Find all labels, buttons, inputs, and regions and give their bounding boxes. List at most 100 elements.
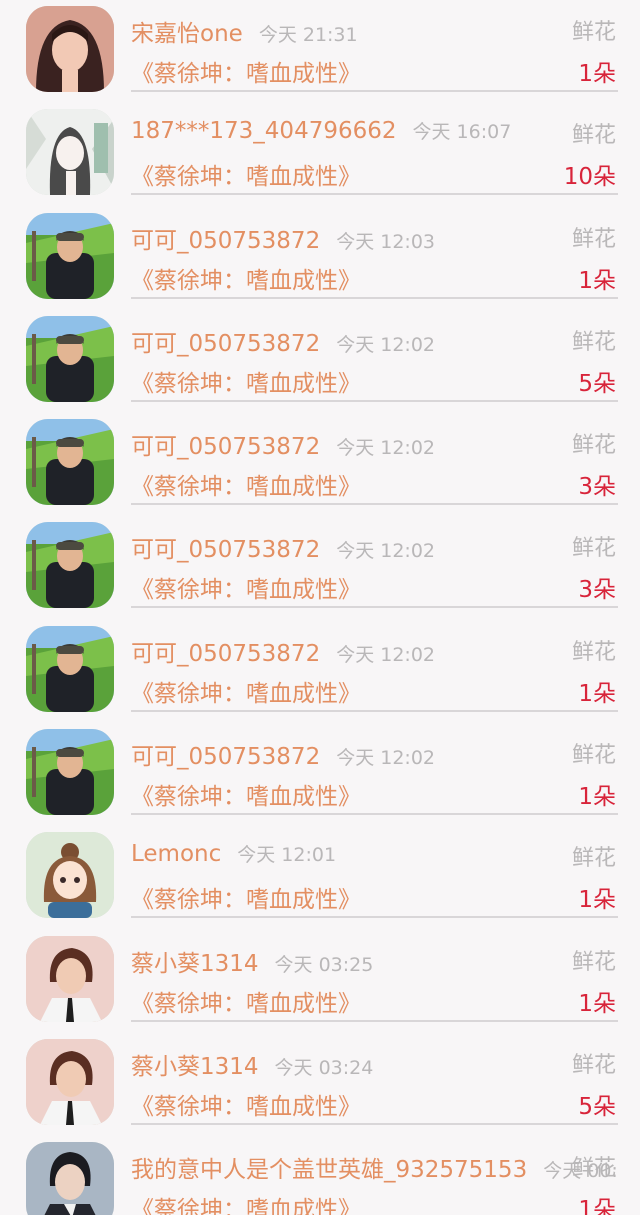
gift-time: 今天 12:01 — [237, 844, 337, 867]
sender-name-text[interactable]: 我的意中人是个盖世英雄_932575153 — [131, 1157, 527, 1183]
gift-time: 今天 03:25 — [274, 953, 374, 976]
gift-record-row[interactable]: 我的意中人是个盖世英雄_932575153 今天 00: 鲜花《蔡徐坤：嗜血成性》 1… — [0, 1136, 640, 1215]
avatar-boy-outdoor[interactable] — [26, 419, 114, 506]
gift-record-content: 宋嘉怡one 今天 21:31 鲜花《蔡徐坤：嗜血成性》 1朵 — [131, 0, 618, 92]
work-title[interactable]: 《蔡徐坤：嗜血成性》 — [131, 54, 361, 88]
gift-record-content: 我的意中人是个盖世英雄_932575153 今天 00: 鲜花《蔡徐坤：嗜血成性》 1… — [131, 1136, 618, 1215]
sender-name[interactable]: 可可_050753872 今天 12:02 — [131, 427, 435, 461]
gift-quantity: 1朵 — [578, 680, 616, 707]
gift-time: 今天 12:02 — [336, 747, 435, 770]
gift-record-content: 蔡小葵1314 今天 03:24 鲜花《蔡徐坤：嗜血成性》 5朵 — [131, 1033, 618, 1125]
sender-name[interactable]: 187***173_404796662 今天 16:07 — [131, 117, 511, 144]
gift-quantity: 1朵 — [578, 784, 616, 811]
gift-quantity: 1朵 — [578, 61, 616, 87]
sender-name-text[interactable]: 可可_050753872 — [131, 744, 320, 770]
sender-name[interactable]: 宋嘉怡one 今天 21:31 — [131, 14, 358, 48]
sender-name-text[interactable]: 可可_050753872 — [131, 641, 320, 667]
gift-quantity: 5朵 — [578, 370, 616, 397]
gift-type: 鲜花 — [571, 949, 616, 975]
work-title[interactable]: 《蔡徐坤：嗜血成性》 — [131, 364, 361, 398]
gift-quantity: 1朵 — [578, 267, 616, 294]
avatar-boy-outdoor[interactable] — [26, 315, 114, 402]
work-title[interactable]: 《蔡徐坤：嗜血成性》 — [131, 1190, 361, 1215]
gift-record-row[interactable]: 宋嘉怡one 今天 21:31 鲜花《蔡徐坤：嗜血成性》 1朵 — [0, 0, 640, 103]
sender-name[interactable]: 可可_050753872 今天 12:02 — [131, 530, 435, 564]
sender-name-text[interactable]: 可可_050753872 — [131, 537, 320, 563]
sender-name-text[interactable]: 蔡小葵1314 — [131, 1054, 259, 1080]
sender-name-text[interactable]: 可可_050753872 — [131, 434, 320, 460]
gift-record-content: 可可_050753872 今天 12:02 鲜花 《蔡徐坤：嗜血成性》 3朵 — [131, 516, 618, 609]
gift-record-row[interactable]: 可可_050753872 今天 12:02 鲜花 《蔡徐坤：嗜血成性》 3朵 — [0, 516, 640, 619]
gift-quantity: 1朵 — [578, 887, 616, 914]
gift-record-content: 可可_050753872 今天 12:02 鲜花 《蔡徐坤：嗜血成性》 5朵 — [131, 310, 618, 402]
gift-record-content: Lemonc 今天 12:01 鲜花《蔡徐坤：嗜血成性》 1朵 — [131, 826, 618, 919]
gift-record-content: 蔡小葵1314 今天 03:25 鲜花《蔡徐坤：嗜血成性》 1朵 — [131, 930, 618, 1022]
work-title[interactable]: 《蔡徐坤：嗜血成性》 — [131, 261, 361, 295]
work-title[interactable]: 《蔡徐坤：嗜血成性》 — [131, 157, 361, 191]
avatar-anime-sketch[interactable] — [26, 109, 114, 196]
gift-quantity: 3朵 — [578, 474, 616, 501]
avatar-boy-outdoor[interactable] — [26, 625, 114, 712]
sender-name-text[interactable]: 蔡小葵1314 — [131, 951, 259, 977]
gift-quantity: 1朵 — [578, 1197, 616, 1215]
gift-record-row[interactable]: 蔡小葵1314 今天 03:24 鲜花《蔡徐坤：嗜血成性》 5朵 — [0, 1033, 640, 1136]
gift-type: 鲜花 — [571, 1052, 616, 1078]
gift-type: 鲜花 — [571, 639, 616, 665]
gift-quantity: 3朵 — [578, 577, 616, 604]
sender-name[interactable]: 可可_050753872 今天 12:02 — [131, 737, 435, 771]
gift-record-row[interactable]: 可可_050753872 今天 12:02 鲜花《蔡徐坤：嗜血成性》 1朵 — [0, 723, 640, 826]
sender-name[interactable]: Lemonc 今天 12:01 — [131, 840, 336, 867]
gift-record-row[interactable]: 187***173_404796662 今天 16:07 鲜花 《蔡徐坤：嗜血成性》 1… — [0, 103, 640, 206]
sender-name-text[interactable]: 可可_050753872 — [131, 228, 320, 254]
sender-name[interactable]: 可可_050753872 今天 12:03 — [131, 221, 435, 255]
gift-record-content: 可可_050753872 今天 12:02 鲜花《蔡徐坤：嗜血成性》 1朵 — [131, 620, 618, 712]
gift-record-row[interactable]: Lemonc 今天 12:01 鲜花《蔡徐坤：嗜血成性》 1朵 — [0, 826, 640, 929]
sender-name-text[interactable]: 宋嘉怡one — [131, 21, 243, 47]
gift-record-content: 可可_050753872 今天 12:03 鲜花《蔡徐坤：嗜血成性》 1朵 — [131, 207, 618, 299]
gift-record-row[interactable]: 蔡小葵1314 今天 03:25 鲜花《蔡徐坤：嗜血成性》 1朵 — [0, 930, 640, 1033]
gift-time: 今天 12:03 — [336, 230, 435, 253]
sender-name-text[interactable]: 187***173_404796662 — [131, 118, 397, 144]
gift-time: 今天 21:31 — [258, 24, 358, 46]
sender-name-text[interactable]: 可可_050753872 — [131, 331, 320, 357]
gift-record-list: 宋嘉怡one 今天 21:31 鲜花 《蔡徐坤：嗜血成性》 1朵 187***173_40… — [0, 0, 640, 1215]
sender-name[interactable]: 蔡小葵1314 今天 03:24 — [131, 1047, 373, 1081]
gift-quantity: 5朵 — [578, 1093, 616, 1120]
avatar-idol-photo[interactable] — [26, 1038, 114, 1125]
work-title[interactable]: 《蔡徐坤：嗜血成性》 — [131, 570, 361, 604]
sender-name[interactable]: 我的意中人是个盖世英雄_932575153 今天 00: — [131, 1150, 618, 1184]
gift-type: 鲜花 — [571, 846, 616, 872]
gift-type: 鲜花 — [571, 1156, 616, 1182]
avatar-idol-photo[interactable] — [26, 935, 114, 1022]
gift-record-content: 187***173_404796662 今天 16:07 鲜花 《蔡徐坤：嗜血成性》 1… — [131, 103, 618, 196]
avatar-boy-outdoor[interactable] — [26, 729, 114, 816]
gift-time: 今天 03:24 — [274, 1056, 374, 1079]
work-title[interactable]: 《蔡徐坤：嗜血成性》 — [131, 674, 361, 708]
gift-record-row[interactable]: 可可_050753872 今天 12:02 鲜花《蔡徐坤：嗜血成性》 3朵 — [0, 413, 640, 516]
avatar-anime-girl[interactable] — [26, 832, 114, 919]
work-title[interactable]: 《蔡徐坤：嗜血成性》 — [131, 1087, 361, 1121]
sender-name[interactable]: 可可_050753872 今天 12:02 — [131, 324, 435, 358]
gift-type: 鲜花 — [571, 433, 616, 459]
gift-time: 今天 12:02 — [336, 643, 435, 666]
work-title[interactable]: 《蔡徐坤：嗜血成性》 — [131, 880, 361, 914]
gift-record-row[interactable]: 可可_050753872 今天 12:02 鲜花《蔡徐坤：嗜血成性》 1朵 — [0, 620, 640, 723]
gift-record-row[interactable]: 可可_050753872 今天 12:02 鲜花 《蔡徐坤：嗜血成性》 5朵 — [0, 310, 640, 413]
gift-type: 鲜花 — [571, 20, 616, 45]
gift-quantity: 1朵 — [578, 990, 616, 1017]
avatar-idol-portrait[interactable] — [26, 1142, 114, 1215]
gift-record-row[interactable]: 可可_050753872 今天 12:03 鲜花《蔡徐坤：嗜血成性》 1朵 — [0, 207, 640, 310]
gift-time: 今天 12:02 — [336, 437, 435, 460]
gift-type: 鲜花 — [571, 743, 616, 769]
gift-record-content: 可可_050753872 今天 12:02 鲜花《蔡徐坤：嗜血成性》 1朵 — [131, 723, 618, 816]
sender-name-text[interactable]: Lemonc — [131, 841, 221, 867]
sender-name[interactable]: 可可_050753872 今天 12:02 — [131, 634, 435, 668]
work-title[interactable]: 《蔡徐坤：嗜血成性》 — [131, 777, 361, 811]
work-title[interactable]: 《蔡徐坤：嗜血成性》 — [131, 984, 361, 1018]
work-title[interactable]: 《蔡徐坤：嗜血成性》 — [131, 467, 361, 501]
avatar-boy-outdoor[interactable] — [26, 522, 114, 609]
avatar-boy-outdoor[interactable] — [26, 212, 114, 299]
avatar-girl-photo[interactable] — [26, 6, 114, 92]
sender-name[interactable]: 蔡小葵1314 今天 03:25 — [131, 944, 373, 978]
gift-type: 鲜花 — [571, 226, 616, 252]
